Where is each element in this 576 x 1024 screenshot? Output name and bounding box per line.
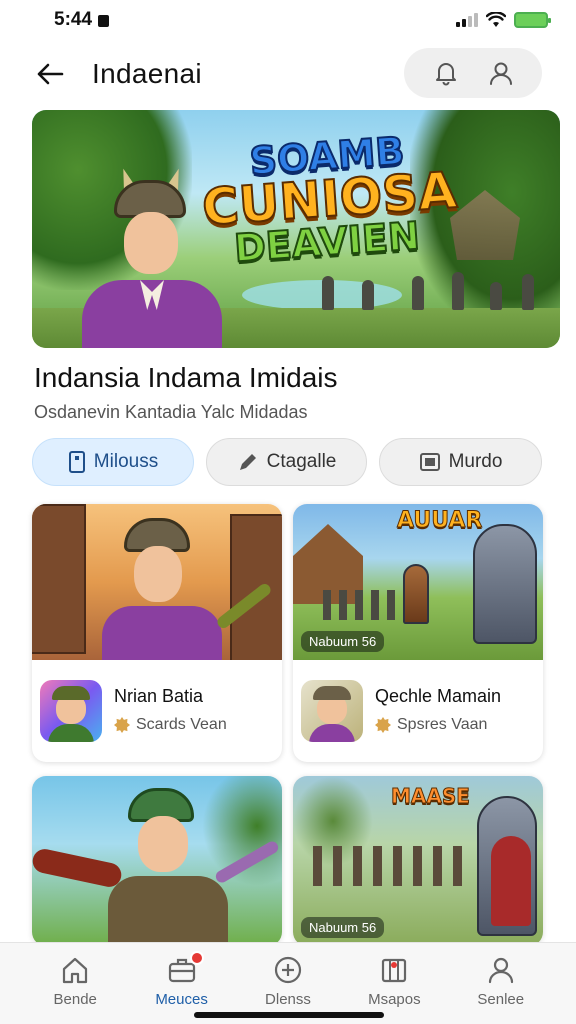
bell-icon <box>435 63 456 86</box>
notification-badge <box>189 951 204 965</box>
gear-icon <box>114 717 130 733</box>
gear-icon <box>375 717 391 733</box>
action-label: Murdo <box>448 451 503 472</box>
action-buttons: Milouss Ctagalle Murdo <box>32 438 544 486</box>
action-button-murdo[interactable]: Murdo <box>379 438 542 486</box>
nav-label: Senlee <box>477 991 525 1008</box>
card-name: Qechle Mamain <box>375 686 502 706</box>
card-image: MAASE Nabuum 56 <box>293 776 543 946</box>
nav-label: Dlenss <box>265 991 311 1008</box>
header-actions <box>404 48 542 98</box>
status-time-group: 5:44 <box>54 9 110 31</box>
card-subtitle: Scards Vean <box>136 716 227 733</box>
game-card[interactable]: MAASE Nabuum 56 <box>293 776 543 946</box>
arrow-left-icon <box>37 63 64 85</box>
card-meta: Nrian Batia Scards Vean <box>32 670 282 750</box>
profile-icon <box>484 953 518 987</box>
card-meta: Qechle Mamain Spsres Vaan <box>293 670 543 750</box>
action-button-ctagalle[interactable]: Ctagalle <box>206 438 367 486</box>
status-time: 5:44 <box>54 9 93 30</box>
battery-icon <box>514 12 551 28</box>
nav-item-senlee[interactable]: Senlee <box>453 953 549 1024</box>
status-bar: 5:44 <box>0 0 576 40</box>
card-name: Nrian Batia <box>114 686 204 706</box>
plus-circle-icon <box>271 953 305 987</box>
card-thumbnail <box>40 680 102 742</box>
card-caption: Nabuum 56 <box>301 917 385 938</box>
card-subtitle-row: Scards Vean <box>114 716 227 734</box>
home-indicator[interactable] <box>194 1012 384 1018</box>
lock-icon <box>98 15 110 27</box>
nav-item-bende[interactable]: Bende <box>27 953 123 1024</box>
card-subtitle-row: Spsres Vaan <box>375 716 487 734</box>
card-subtitle: Spsres Vaan <box>397 716 488 733</box>
card-image: AUUAR Nabuum 56 <box>293 504 543 660</box>
hero-banner[interactable]: SOAMB CUNIOSA DEAVIEN <box>32 110 560 348</box>
top-app-bar: Indaenai <box>0 46 576 102</box>
nav-label: Msapos <box>368 991 421 1008</box>
action-label: Milouss <box>93 451 159 472</box>
back-button[interactable] <box>32 56 68 92</box>
home-icon <box>58 953 92 987</box>
profile-button[interactable] <box>481 53 521 93</box>
nav-label: Bende <box>53 991 97 1008</box>
image-icon <box>419 453 440 471</box>
card-image <box>32 776 282 946</box>
status-icons <box>456 12 551 28</box>
card-badge-logo: AUUAR <box>396 508 483 534</box>
card-caption: Nabuum 56 <box>301 631 385 652</box>
page-title: Indaenai <box>92 58 202 89</box>
map-icon <box>377 953 411 987</box>
game-card[interactable]: AUUAR Nabuum 56 Qechle Mamain Spsres Vaa… <box>293 504 543 762</box>
game-title: Indansia Indama Imidais <box>34 362 338 393</box>
wifi-icon <box>486 12 506 27</box>
game-card[interactable] <box>32 776 282 946</box>
card-image <box>32 504 282 660</box>
nav-label: Meuces <box>155 991 208 1008</box>
action-button-milouss[interactable]: Milouss <box>32 438 194 486</box>
phone-icon <box>68 451 85 473</box>
hero-character <box>72 168 222 348</box>
card-thumbnail <box>301 680 363 742</box>
user-icon <box>489 62 512 85</box>
game-subtitle: Osdanevin Kantadia Yalc Midadas <box>34 402 308 422</box>
cellular-signal-icon <box>456 13 478 27</box>
pencil-icon <box>239 454 256 470</box>
game-card[interactable]: Nrian Batia Scards Vean <box>32 504 282 762</box>
notification-button[interactable] <box>426 53 466 93</box>
action-label: Ctagalle <box>266 451 337 472</box>
card-badge-logo: MAASE <box>391 784 471 809</box>
